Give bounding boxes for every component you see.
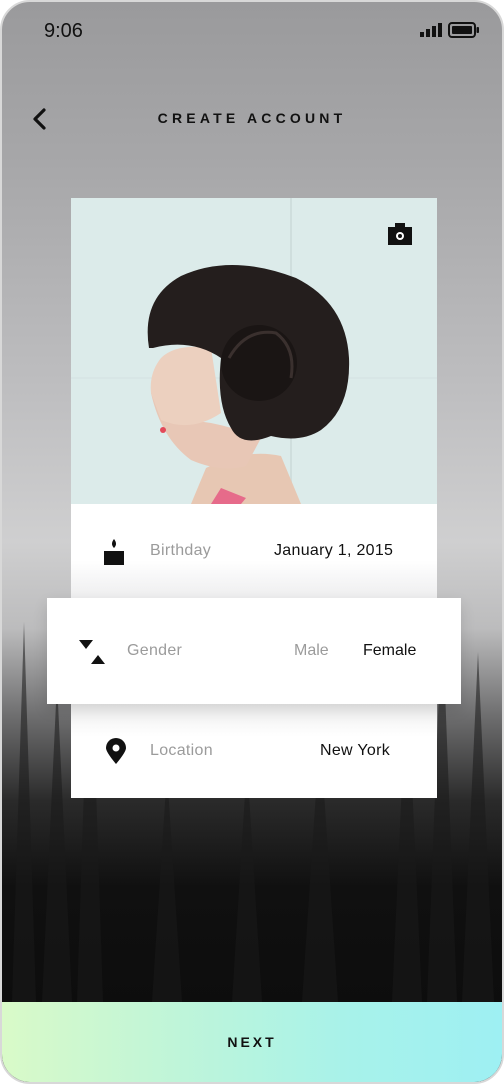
page-title: CREATE ACCOUNT	[157, 110, 347, 126]
gender-label: Gender	[127, 642, 183, 659]
location-row[interactable]: Location New York	[71, 704, 437, 798]
status-time: 9:06	[44, 20, 83, 42]
birthday-label: Birthday	[150, 542, 212, 559]
next-button[interactable]: NEXT	[2, 1002, 502, 1082]
birthday-value[interactable]: January 1, 2015	[274, 542, 393, 560]
gender-row[interactable]: Gender Male Female	[47, 598, 461, 704]
map-pin-icon	[106, 738, 126, 764]
gender-option-female[interactable]: Female	[363, 642, 416, 660]
candle-icon	[104, 539, 124, 565]
status-icons	[420, 22, 480, 38]
profile-photo-image	[71, 198, 437, 504]
gender-option-male[interactable]: Male	[294, 642, 329, 660]
camera-icon[interactable]	[387, 222, 413, 246]
birthday-row[interactable]: Birthday January 1, 2015	[71, 504, 437, 598]
location-label: Location	[150, 742, 213, 759]
profile-photo[interactable]	[71, 198, 437, 504]
phone-screen: 9:06 CREATE ACCOUNT Birthday January 1, …	[0, 0, 504, 1084]
location-value[interactable]: New York	[320, 742, 390, 760]
signal-icon	[420, 23, 442, 37]
hourglass-icon	[79, 640, 105, 664]
battery-icon	[448, 22, 479, 38]
next-button-label: NEXT	[227, 1034, 277, 1050]
